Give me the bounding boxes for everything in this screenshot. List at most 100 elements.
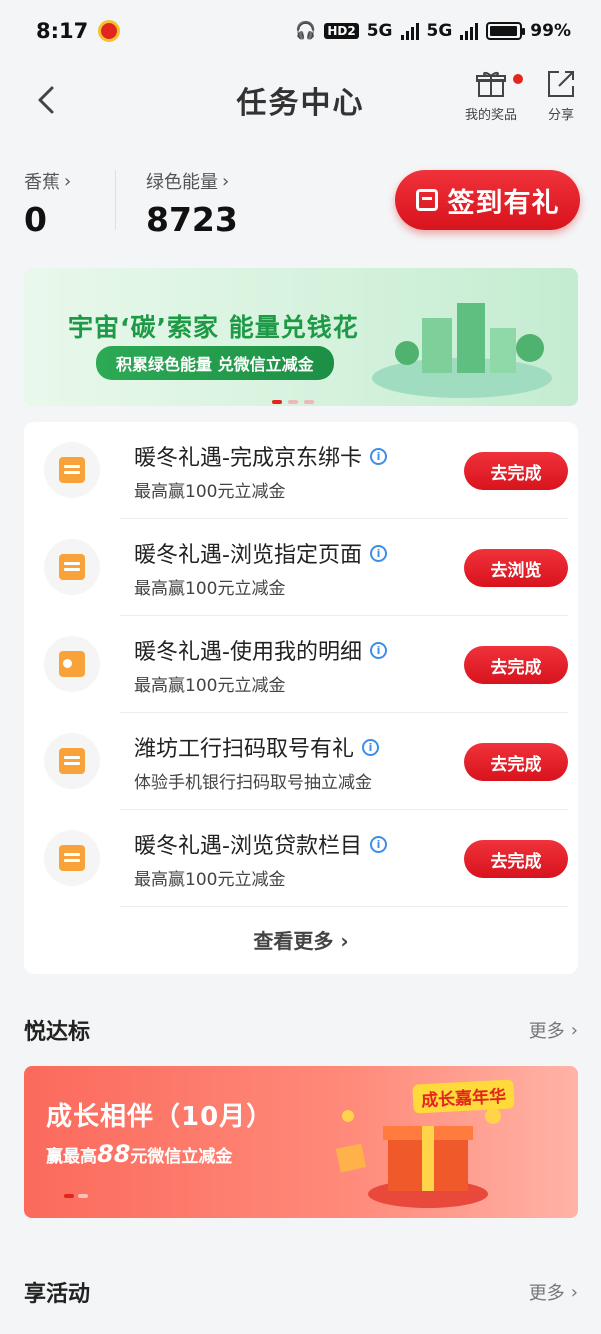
- task-name-row: 暖冬礼遇-浏览贷款栏目 i: [134, 828, 387, 860]
- points-summary: 香蕉 › 0 绿色能量 › 8723 签到有礼: [0, 150, 601, 250]
- pager-dot: [78, 1194, 88, 1198]
- view-more-link[interactable]: 查看更多 ›: [24, 925, 578, 954]
- subtitle-suffix: 元微信立减金: [130, 1147, 233, 1167]
- task-item[interactable]: 暖冬礼遇-使用我的明细 i 最高赢100元立减金 去完成: [24, 616, 578, 713]
- status-time: 8:17: [36, 19, 89, 43]
- header-actions: 我的奖品 分享: [465, 68, 577, 123]
- status-indicators: 🎧 HD2 5G 5G 99%: [295, 21, 571, 41]
- task-icon-wrap: [44, 442, 100, 498]
- network-label-2: 5G: [426, 21, 453, 41]
- info-icon[interactable]: i: [369, 447, 387, 465]
- bananas-label: 香蕉: [24, 172, 60, 193]
- task-name: 潍坊工行扫码取号有礼: [134, 737, 355, 762]
- divider: [115, 170, 116, 230]
- divider: [120, 906, 568, 907]
- green-energy-value: 8723: [146, 200, 238, 239]
- banner-subtitle: 积累绿色能量 兑微信立减金: [96, 346, 334, 380]
- pager-dot: [64, 1194, 74, 1198]
- info-icon[interactable]: i: [369, 641, 387, 659]
- green-city-illustration: [372, 303, 552, 398]
- section-more-link[interactable]: 更多 ›: [529, 1279, 578, 1305]
- chevron-right-icon: ›: [340, 929, 349, 953]
- calendar-icon: [59, 748, 85, 774]
- task-item[interactable]: 暖冬礼遇-浏览贷款栏目 i 最高赢100元立减金 去完成: [24, 810, 578, 907]
- task-item[interactable]: 暖冬礼遇-完成京东绑卡 i 最高赢100元立减金 去完成: [24, 422, 578, 519]
- status-bar: 8:17 🎧 HD2 5G 5G 99%: [0, 0, 601, 62]
- battery-icon: [486, 22, 526, 40]
- task-action-button[interactable]: 去完成: [464, 452, 568, 490]
- section-yueda-header: 悦达标 更多 ›: [24, 1014, 578, 1046]
- subtitle-amount: 88: [97, 1140, 131, 1168]
- network-label-1: 5G: [366, 21, 393, 41]
- growth-banner-title: 成长相伴（10月）: [46, 1102, 274, 1132]
- my-prizes-label: 我的奖品: [464, 108, 517, 123]
- signin-button[interactable]: 签到有礼: [395, 170, 580, 230]
- chart-icon: [59, 651, 85, 677]
- back-arrow-icon[interactable]: [32, 80, 62, 120]
- info-icon[interactable]: i: [362, 738, 380, 756]
- section-activity-header: 享活动 更多 ›: [24, 1276, 578, 1308]
- section-more-link[interactable]: 更多 ›: [529, 1017, 578, 1043]
- task-desc: 最高赢100元立减金: [134, 870, 286, 890]
- task-name-row: 暖冬礼遇-浏览指定页面 i: [134, 537, 387, 569]
- subtitle-prefix: 赢最高: [46, 1147, 97, 1167]
- growth-banner-subtitle: 赢最高88元微信立减金: [46, 1140, 232, 1168]
- chevron-right-icon: ›: [64, 170, 72, 192]
- task-icon-wrap: [44, 539, 100, 595]
- green-energy-stat[interactable]: 绿色能量 › 8723: [146, 168, 238, 240]
- info-icon[interactable]: i: [369, 544, 387, 562]
- pager-dot: [272, 400, 282, 404]
- app-emblem-icon: [98, 20, 121, 42]
- task-action-button[interactable]: 去完成: [464, 743, 568, 781]
- chevron-right-icon: ›: [570, 1281, 578, 1303]
- hd-badge: HD2: [324, 23, 359, 39]
- task-action-button[interactable]: 去浏览: [464, 549, 568, 587]
- carnival-badge: 成长嘉年华: [412, 1079, 515, 1114]
- more-label: 更多: [528, 1283, 565, 1304]
- section-title: 享活动: [24, 1282, 91, 1307]
- notification-dot: [512, 74, 523, 84]
- task-icon-wrap: [44, 636, 100, 692]
- view-more-label: 查看更多: [253, 929, 334, 953]
- more-label: 更多: [528, 1021, 565, 1042]
- calendar-icon: [59, 554, 85, 580]
- signal-icon-2: [460, 22, 479, 40]
- banner-pager: [272, 400, 314, 404]
- task-name: 暖冬礼遇-浏览指定页面: [134, 543, 362, 568]
- task-action-button[interactable]: 去完成: [464, 646, 568, 684]
- bananas-value: 0: [24, 200, 47, 239]
- signal-icon: [400, 22, 419, 40]
- task-desc: 最高赢100元立减金: [134, 579, 286, 599]
- pager-dot: [304, 400, 314, 404]
- task-desc: 最高赢100元立减金: [134, 482, 286, 502]
- task-desc: 体验手机银行扫码取号抽立减金: [134, 773, 372, 793]
- task-icon-wrap: [44, 830, 100, 886]
- task-name-row: 暖冬礼遇-使用我的明细 i: [134, 634, 387, 666]
- my-prizes-button[interactable]: 我的奖品: [464, 68, 523, 123]
- battery-percent: 99%: [530, 21, 571, 41]
- task-name-row: 潍坊工行扫码取号有礼 i: [134, 731, 380, 763]
- signin-label: 签到有礼: [447, 187, 560, 219]
- task-name: 暖冬礼遇-完成京东绑卡: [134, 446, 362, 471]
- growth-banner[interactable]: 成长相伴（10月） 赢最高88元微信立减金 成长嘉年华: [24, 1066, 578, 1218]
- pager-dot: [288, 400, 298, 404]
- info-icon[interactable]: i: [369, 835, 387, 853]
- task-item[interactable]: 暖冬礼遇-浏览指定页面 i 最高赢100元立减金 去浏览: [24, 519, 578, 616]
- task-name-row: 暖冬礼遇-完成京东绑卡 i: [134, 440, 387, 472]
- chevron-right-icon: ›: [570, 1019, 578, 1041]
- section-title: 悦达标: [24, 1020, 91, 1045]
- green-energy-label-row: 绿色能量 ›: [146, 168, 238, 194]
- task-item[interactable]: 潍坊工行扫码取号有礼 i 体验手机银行扫码取号抽立减金 去完成: [24, 713, 578, 810]
- share-button[interactable]: 分享: [545, 68, 577, 123]
- calendar-icon: [415, 189, 438, 211]
- green-energy-banner[interactable]: 宇宙‘碳’索家 能量兑钱花 积累绿色能量 兑微信立减金: [24, 268, 578, 406]
- task-name: 暖冬礼遇-浏览贷款栏目: [134, 834, 362, 859]
- task-icon-wrap: [44, 733, 100, 789]
- growth-banner-pager: [64, 1194, 88, 1198]
- green-energy-label: 绿色能量: [146, 172, 218, 193]
- task-action-button[interactable]: 去完成: [464, 840, 568, 878]
- share-icon: [548, 71, 574, 97]
- bananas-stat[interactable]: 香蕉 › 0: [24, 168, 72, 240]
- share-label: 分享: [547, 108, 574, 123]
- headphones-icon: 🎧: [295, 21, 317, 41]
